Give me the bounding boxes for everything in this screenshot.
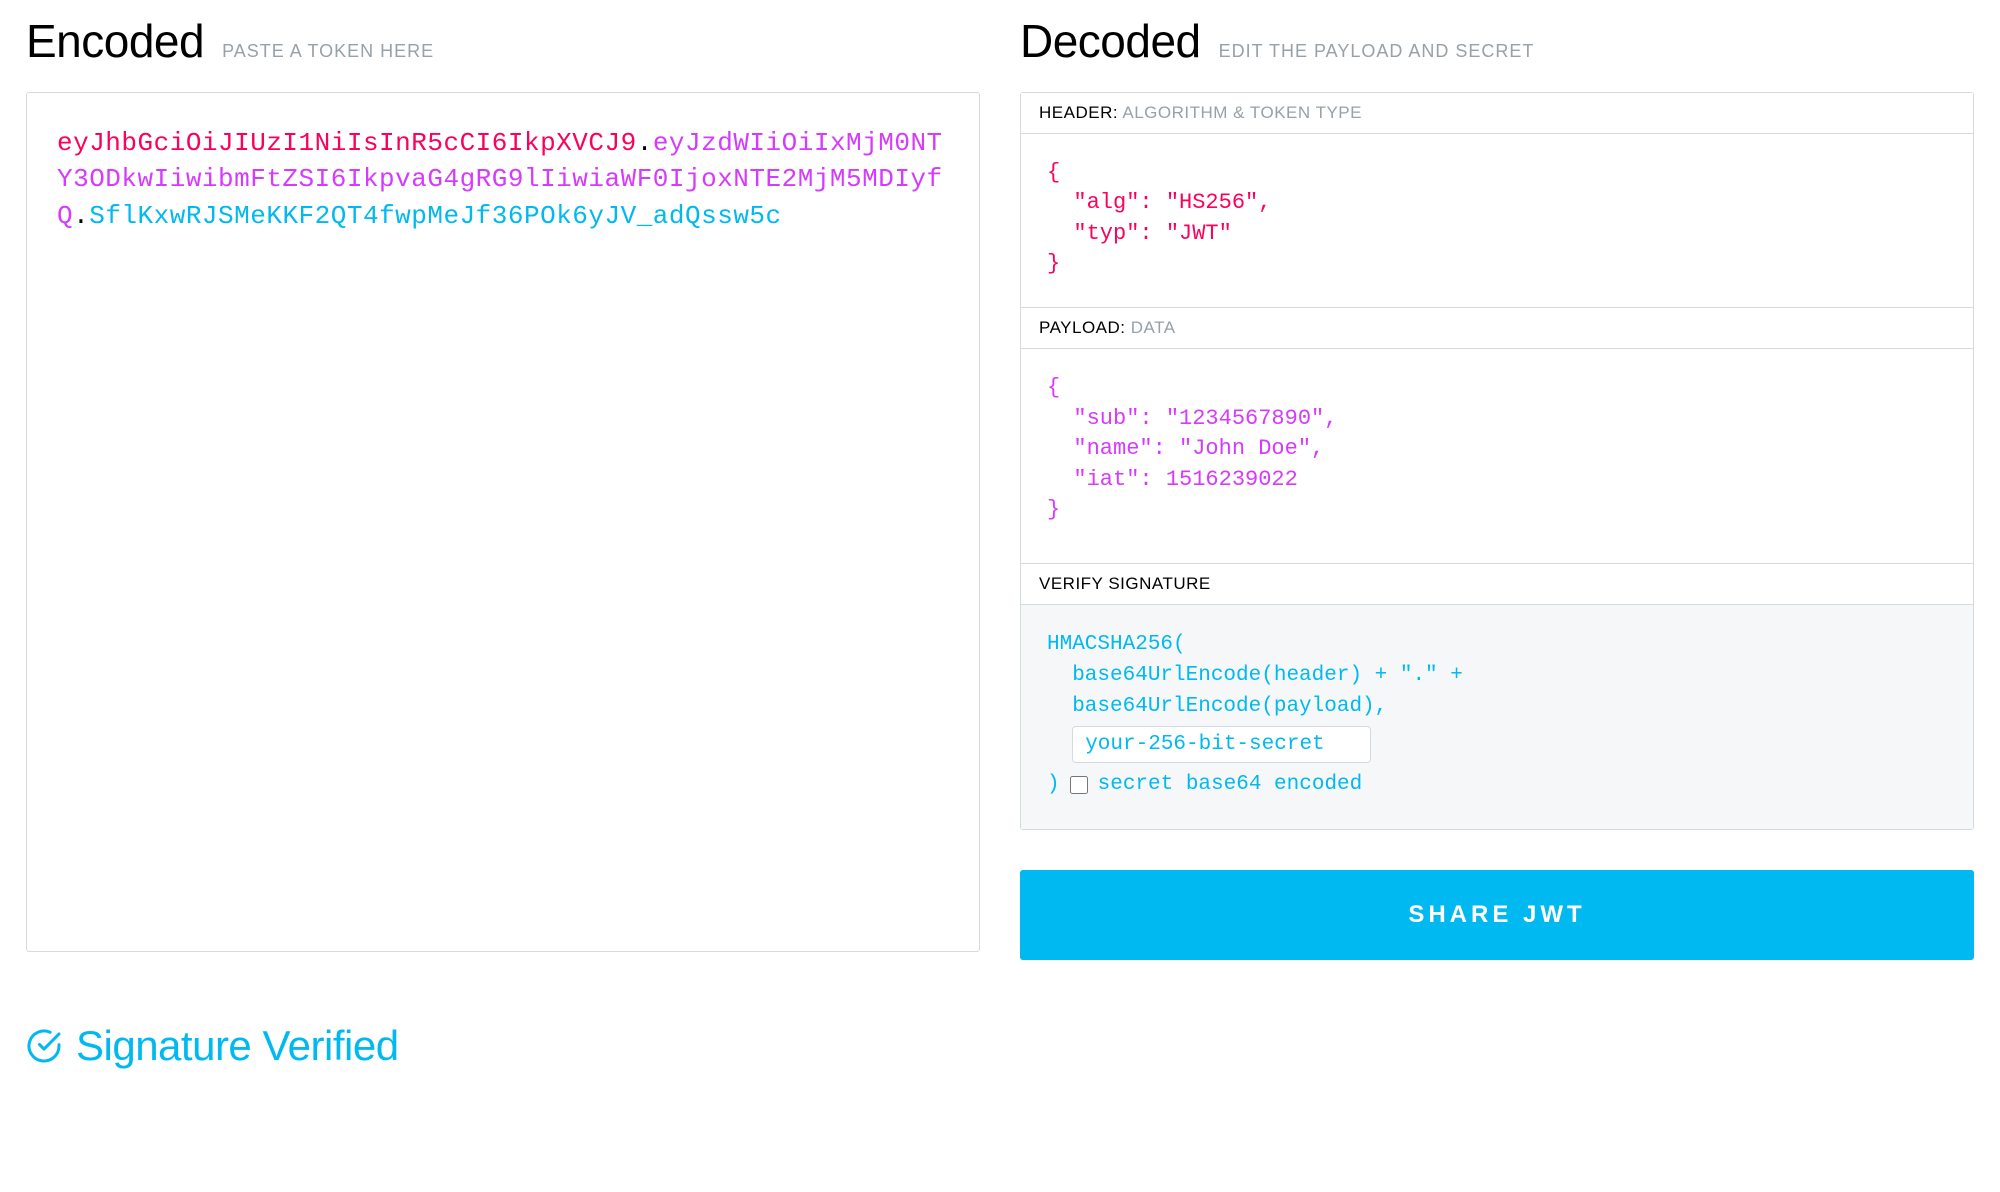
header-section-label: HEADER: [1039, 103, 1118, 122]
decoded-subtitle: EDIT THE PAYLOAD AND SECRET [1219, 41, 1535, 62]
check-circle-icon [26, 1028, 62, 1064]
header-json: { "alg": "HS256", "typ": "JWT" } [1047, 158, 1947, 279]
signature-section-bar: VERIFY SIGNATURE [1021, 563, 1973, 605]
signature-verified-status: Signature Verified [26, 1022, 980, 1070]
secret-input[interactable] [1072, 726, 1371, 763]
signature-line-2: base64UrlEncode(header) + "." + [1047, 660, 1947, 691]
encoded-subtitle: PASTE A TOKEN HERE [222, 41, 434, 62]
encoded-token-box[interactable]: eyJhbGciOiJIUzI1NiIsInR5cCI6IkpXVCJ9.eyJ… [26, 92, 980, 952]
signature-line-1: HMACSHA256( [1047, 629, 1947, 660]
token-dot-1: . [637, 128, 653, 158]
token-dot-2: . [73, 201, 89, 231]
payload-json-box[interactable]: { "sub": "1234567890", "name": "John Doe… [1021, 349, 1973, 563]
signature-verified-text: Signature Verified [76, 1022, 399, 1070]
decoded-title: Decoded [1020, 14, 1201, 68]
share-jwt-button[interactable]: SHARE JWT [1020, 870, 1974, 960]
encoded-token-text: eyJhbGciOiJIUzI1NiIsInR5cCI6IkpXVCJ9.eyJ… [57, 125, 949, 234]
payload-json: { "sub": "1234567890", "name": "John Doe… [1047, 373, 1947, 525]
header-section-bar: HEADER: ALGORITHM & TOKEN TYPE [1021, 93, 1973, 134]
signature-line-5-prefix: ) [1047, 769, 1060, 800]
secret-base64-checkbox[interactable] [1070, 776, 1088, 794]
payload-section-label: PAYLOAD: [1039, 318, 1126, 337]
secret-base64-label: secret base64 encoded [1098, 769, 1363, 800]
payload-section-bar: PAYLOAD: DATA [1021, 307, 1973, 349]
token-signature-segment: SflKxwRJSMeKKF2QT4fwpMeJf36POk6yJV_adQss… [89, 201, 781, 231]
header-json-box[interactable]: { "alg": "HS256", "typ": "JWT" } [1021, 134, 1973, 307]
token-header-segment: eyJhbGciOiJIUzI1NiIsInR5cCI6IkpXVCJ9 [57, 128, 637, 158]
payload-section-hint: DATA [1131, 318, 1176, 337]
signature-section-label: VERIFY SIGNATURE [1039, 574, 1211, 593]
header-section-hint: ALGORITHM & TOKEN TYPE [1122, 103, 1362, 122]
signature-line-3: base64UrlEncode(payload), [1047, 691, 1947, 722]
signature-box: HMACSHA256( base64UrlEncode(header) + ".… [1021, 605, 1973, 828]
encoded-title: Encoded [26, 14, 204, 68]
